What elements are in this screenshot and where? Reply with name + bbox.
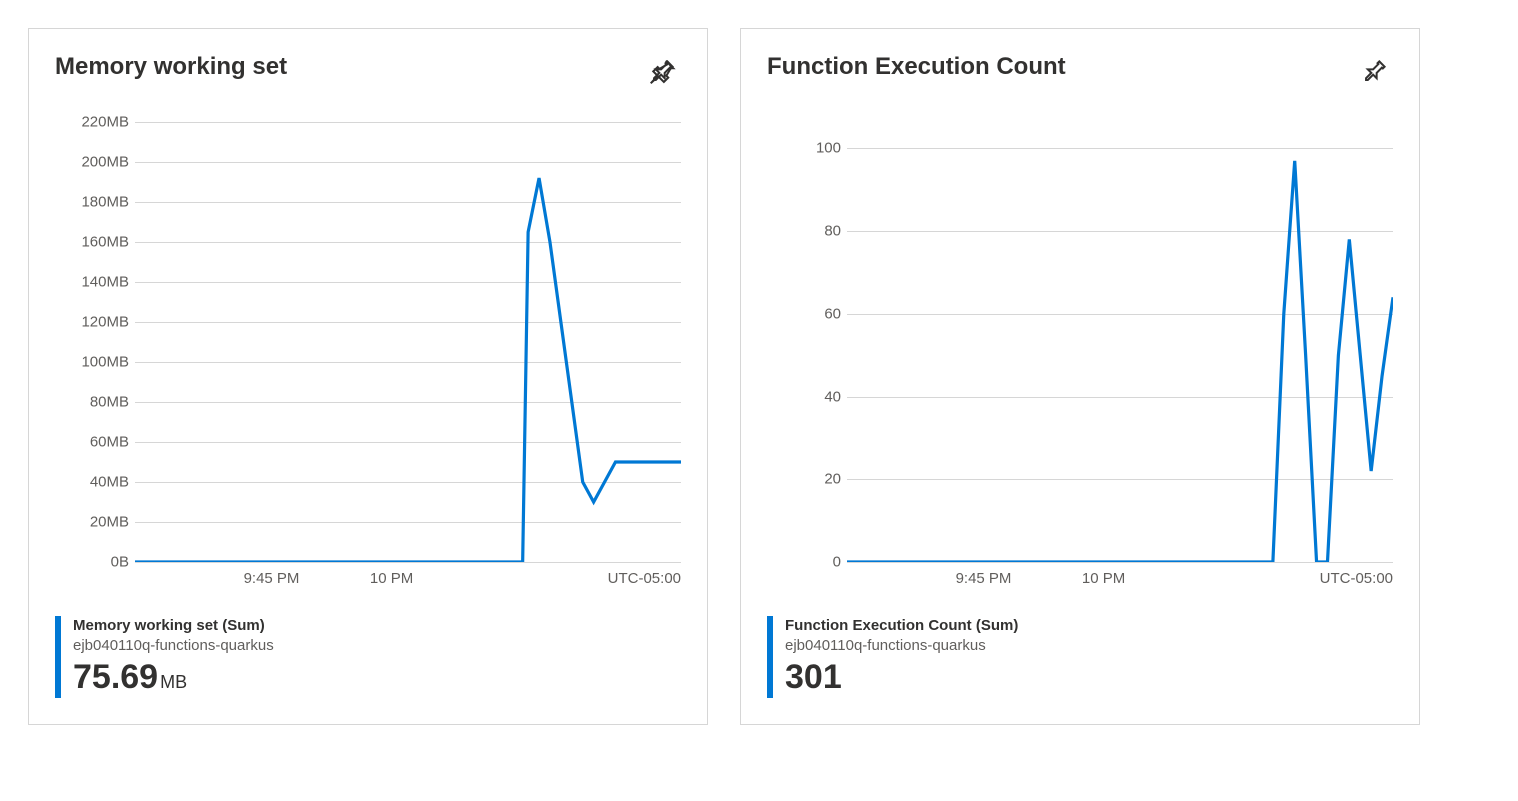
y-tick: 160MB bbox=[55, 234, 135, 249]
pin-icon bbox=[1359, 57, 1389, 87]
chart-card-execution-count: Function Execution Count 100 80 60 40 20… bbox=[740, 28, 1420, 725]
x-tick: 9:45 PM bbox=[956, 570, 1012, 587]
y-tick: 120MB bbox=[55, 314, 135, 329]
legend-summary-value: 301 bbox=[785, 657, 1018, 698]
timezone-label: UTC-05:00 bbox=[1320, 570, 1393, 587]
plot-region[interactable] bbox=[135, 122, 681, 562]
legend-resource-name: ejb040110q-functions-quarkus bbox=[73, 636, 274, 656]
y-tick: 20 bbox=[767, 472, 847, 487]
legend-metric-name: Memory working set (Sum) bbox=[73, 616, 274, 636]
legend-summary-value: 75.69MB bbox=[73, 657, 274, 698]
y-axis-labels: 100 80 60 40 20 0 bbox=[767, 122, 847, 562]
y-tick: 180MB bbox=[55, 194, 135, 209]
legend: Memory working set (Sum) ejb040110q-func… bbox=[55, 616, 681, 698]
x-tick: 9:45 PM bbox=[244, 570, 300, 587]
y-tick: 20MB bbox=[55, 514, 135, 529]
legend-value-number: 75.69 bbox=[73, 658, 158, 696]
y-tick: 40 bbox=[767, 389, 847, 404]
y-tick: 60MB bbox=[55, 434, 135, 449]
x-tick: 10 PM bbox=[370, 570, 413, 587]
y-tick: 140MB bbox=[55, 274, 135, 289]
plot-wrapper: 100 80 60 40 20 0 bbox=[767, 122, 1393, 562]
timezone-label: UTC-05:00 bbox=[608, 570, 681, 587]
legend-value-number: 301 bbox=[785, 658, 842, 696]
y-tick: 60 bbox=[767, 306, 847, 321]
pin-icon bbox=[647, 57, 677, 87]
y-tick: 100 bbox=[767, 141, 847, 156]
chart-card-memory: Memory working set 220MB 200MB 180MB 160… bbox=[28, 28, 708, 725]
legend: Function Execution Count (Sum) ejb040110… bbox=[767, 616, 1393, 698]
legend-color-bar bbox=[55, 616, 61, 698]
line-series bbox=[847, 122, 1393, 562]
legend-metric-name: Function Execution Count (Sum) bbox=[785, 616, 1018, 636]
chart-area: 220MB 200MB 180MB 160MB 140MB 120MB 100M… bbox=[55, 122, 681, 592]
x-tick: 10 PM bbox=[1082, 570, 1125, 587]
y-tick: 0B bbox=[55, 555, 135, 570]
legend-value-unit: MB bbox=[160, 672, 187, 692]
y-tick: 40MB bbox=[55, 474, 135, 489]
y-axis-labels: 220MB 200MB 180MB 160MB 140MB 120MB 100M… bbox=[55, 122, 135, 562]
legend-text: Function Execution Count (Sum) ejb040110… bbox=[785, 616, 1018, 698]
plot-wrapper: 220MB 200MB 180MB 160MB 140MB 120MB 100M… bbox=[55, 122, 681, 562]
legend-color-bar bbox=[767, 616, 773, 698]
y-tick: 80 bbox=[767, 224, 847, 239]
y-tick: 220MB bbox=[55, 115, 135, 130]
pin-button[interactable] bbox=[643, 53, 681, 94]
y-tick: 0 bbox=[767, 555, 847, 570]
x-axis: 9:45 PM 10 PM UTC-05:00 bbox=[847, 570, 1393, 594]
gridline bbox=[847, 562, 1393, 563]
line-series bbox=[135, 122, 681, 562]
legend-resource-name: ejb040110q-functions-quarkus bbox=[785, 636, 1018, 656]
card-title: Function Execution Count bbox=[767, 53, 1066, 81]
y-tick: 100MB bbox=[55, 354, 135, 369]
gridline bbox=[135, 562, 681, 563]
x-axis: 9:45 PM 10 PM UTC-05:00 bbox=[135, 570, 681, 594]
plot-region[interactable] bbox=[847, 122, 1393, 562]
legend-text: Memory working set (Sum) ejb040110q-func… bbox=[73, 616, 274, 698]
card-header: Function Execution Count bbox=[767, 53, 1393, 94]
y-tick: 80MB bbox=[55, 394, 135, 409]
pin-button[interactable] bbox=[1355, 53, 1393, 94]
card-header: Memory working set bbox=[55, 53, 681, 94]
card-title: Memory working set bbox=[55, 53, 287, 81]
chart-area: 100 80 60 40 20 0 9:45 PM 10 PM bbox=[767, 122, 1393, 592]
y-tick: 200MB bbox=[55, 154, 135, 169]
